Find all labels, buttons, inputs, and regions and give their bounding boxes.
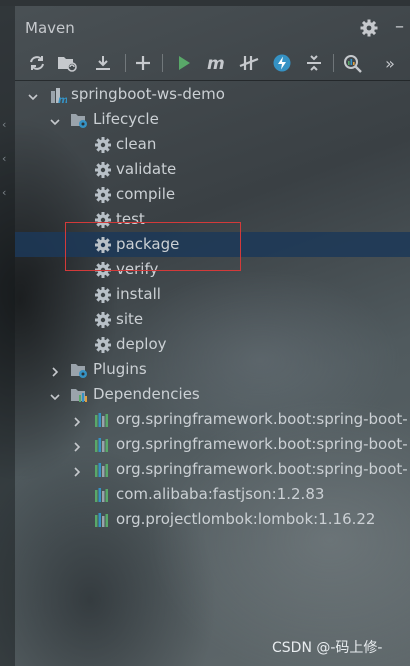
lifecycle-goal-compile[interactable]: compile <box>15 182 410 207</box>
goal-gear-icon <box>94 286 112 304</box>
tree-node-plugins[interactable]: Plugins <box>15 357 410 382</box>
plugins-folder-icon <box>70 361 88 379</box>
goal-label: validate <box>116 160 177 178</box>
toggle-offline-icon[interactable] <box>237 51 261 75</box>
library-bars-icon <box>93 436 111 454</box>
skip-tests-icon[interactable] <box>270 51 294 75</box>
tree-node-dependencies[interactable]: Dependencies <box>15 382 410 407</box>
generate-sources-icon[interactable] <box>55 51 79 75</box>
reload-all-icon[interactable] <box>25 51 49 75</box>
library-bars-icon <box>93 486 111 504</box>
expand-arrow-down-icon[interactable] <box>27 88 39 101</box>
dependency-label: org.springframework.boot:spring-boot- <box>116 435 408 453</box>
svg-text:m: m <box>58 95 67 104</box>
dependency-label: com.alibaba:fastjson:1.2.83 <box>116 485 325 503</box>
tree-node-lifecycle[interactable]: Lifecycle <box>15 107 410 132</box>
dependency-label: org.projectlombok:lombok:1.16.22 <box>116 510 376 528</box>
expand-arrow-down-icon[interactable] <box>49 388 61 401</box>
download-sources-icon[interactable] <box>91 51 115 75</box>
dependencies-label: Dependencies <box>93 385 200 403</box>
tool-window-header: Maven – <box>15 10 410 46</box>
goal-label: site <box>116 310 144 328</box>
run-icon[interactable] <box>172 51 196 75</box>
expand-arrow-down-icon[interactable] <box>49 113 61 126</box>
dependencies-folder-icon <box>70 386 88 404</box>
expand-arrow-right-icon[interactable] <box>71 413 83 427</box>
settings-gear-icon[interactable] <box>359 18 379 38</box>
dependency-item[interactable]: org.springframework.boot:spring-boot- <box>15 457 410 482</box>
execute-goal-icon[interactable]: m <box>205 51 229 75</box>
lifecycle-goal-validate[interactable]: validate <box>15 157 410 182</box>
lifecycle-goal-site[interactable]: site <box>15 307 410 332</box>
goal-label: deploy <box>116 335 167 353</box>
analyze-dependencies-icon[interactable] <box>341 51 365 75</box>
expand-arrow-right-icon[interactable] <box>49 363 61 377</box>
add-project-icon[interactable] <box>131 51 155 75</box>
highlight-annotation-box <box>65 222 241 271</box>
toolbar-separator <box>333 54 334 72</box>
goal-label: clean <box>116 135 157 153</box>
dependency-item[interactable]: org.projectlombok:lombok:1.16.22 <box>15 507 410 532</box>
goal-label: compile <box>116 185 176 203</box>
more-icon[interactable]: » <box>375 51 405 75</box>
dependency-item[interactable]: org.springframework.boot:spring-boot- <box>15 432 410 457</box>
maven-module-icon: m <box>49 86 68 106</box>
goal-gear-icon <box>94 136 112 154</box>
dependency-item[interactable]: com.alibaba:fastjson:1.2.83 <box>15 482 410 507</box>
expand-arrow-right-icon[interactable] <box>71 463 83 477</box>
goal-gear-icon <box>94 311 112 329</box>
lifecycle-goal-deploy[interactable]: deploy <box>15 332 410 357</box>
collapse-all-icon[interactable] <box>302 51 326 75</box>
goal-label: install <box>116 285 161 303</box>
goal-gear-icon <box>94 161 112 179</box>
window-top-strip <box>0 0 410 6</box>
svg-text:m: m <box>207 54 225 72</box>
goal-gear-icon <box>94 186 112 204</box>
tool-window-title: Maven <box>25 19 75 37</box>
tree-node-project[interactable]: m springboot-ws-demo <box>15 82 410 107</box>
plugins-label: Plugins <box>93 360 147 378</box>
library-bars-icon <box>93 511 111 529</box>
dependency-label: org.springframework.boot:spring-boot- <box>116 410 408 428</box>
expand-arrow-right-icon[interactable] <box>71 438 83 452</box>
lifecycle-goal-clean[interactable]: clean <box>15 132 410 157</box>
goal-gear-icon <box>94 336 112 354</box>
collapse-mark-icon: ‹ <box>2 118 7 131</box>
minimize-icon[interactable]: – <box>395 16 410 40</box>
toolbar-separator <box>125 54 126 72</box>
collapse-mark-icon: ‹ <box>2 152 7 165</box>
collapse-mark-icon: ‹ <box>2 186 7 199</box>
lifecycle-label: Lifecycle <box>93 110 159 128</box>
library-bars-icon <box>93 461 111 479</box>
dependency-label: org.springframework.boot:spring-boot- <box>116 460 408 478</box>
watermark-text: CSDN @-码上修- <box>272 640 383 656</box>
maven-toolbar: m » <box>15 46 410 81</box>
library-bars-icon <box>93 411 111 429</box>
left-tool-strip: ‹ ‹ ‹ <box>0 6 15 666</box>
lifecycle-folder-gear-icon <box>70 111 88 129</box>
toolbar-separator <box>162 54 163 72</box>
lifecycle-goal-install[interactable]: install <box>15 282 410 307</box>
project-name: springboot-ws-demo <box>71 85 225 103</box>
dependency-item[interactable]: org.springframework.boot:spring-boot- <box>15 407 410 432</box>
